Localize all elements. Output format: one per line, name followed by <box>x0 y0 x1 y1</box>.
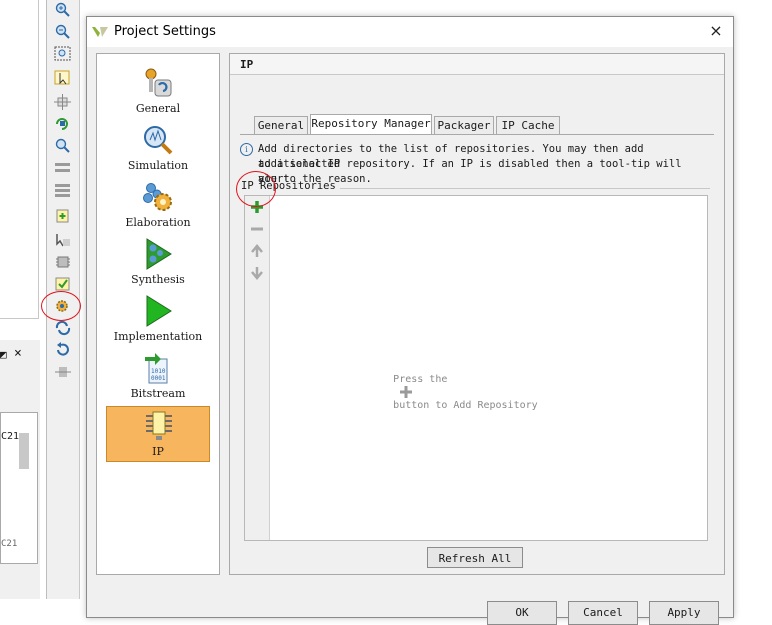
repository-toolbar <box>245 196 270 540</box>
remove-repository-icon[interactable] <box>250 222 264 236</box>
search-icon[interactable] <box>54 138 72 154</box>
category-label: Synthesis <box>131 273 185 286</box>
tree-text: C21 <box>1 431 20 442</box>
svg-text:1010: 1010 <box>151 368 166 375</box>
panel-float-icon[interactable]: ◩ <box>0 348 7 361</box>
reload-icon[interactable] <box>54 342 72 358</box>
empty-message-prefix: Press the <box>393 374 448 385</box>
category-label: Simulation <box>127 159 189 172</box>
dialog-title: Project Settings <box>114 24 216 39</box>
category-label: Bitstream <box>130 387 186 400</box>
empty-message-suffix: button to Add Repository <box>393 400 538 411</box>
category-simulation[interactable]: Simulation <box>97 121 219 177</box>
category-label: General <box>135 102 181 115</box>
category-label: Implementation <box>113 330 203 343</box>
ok-button[interactable]: OK <box>487 601 557 625</box>
zoom-out-icon[interactable] <box>54 24 72 40</box>
ip-icon <box>146 411 172 440</box>
section-divider <box>340 188 710 189</box>
validate-icon[interactable] <box>54 276 72 292</box>
tab-general[interactable]: General <box>254 116 308 134</box>
plus-icon <box>400 386 413 398</box>
simulation-icon <box>144 126 173 155</box>
cancel-button[interactable]: Cancel <box>568 601 638 625</box>
chip-icon[interactable] <box>54 254 72 270</box>
general-icon <box>145 68 172 97</box>
category-bitstream[interactable]: 1010 0001 Bitstream <box>97 349 219 405</box>
panel-close-icon[interactable]: × <box>14 346 22 361</box>
tab-repository-manager[interactable]: Repository Manager <box>310 114 432 134</box>
select-icon[interactable] <box>54 70 72 86</box>
regenerate-icon[interactable] <box>54 116 72 132</box>
drag-handle-icon[interactable] <box>54 364 72 380</box>
implementation-icon <box>146 295 172 327</box>
content-header: IP <box>230 54 724 75</box>
annotation-circle <box>236 171 276 207</box>
scrollbar-thumb[interactable] <box>19 433 29 469</box>
synthesis-icon <box>146 238 172 270</box>
empty-repository-message: Press the button to Add Repository <box>345 363 538 422</box>
annotation-circle <box>41 291 81 321</box>
content-title: IP <box>240 58 254 71</box>
elaboration-icon <box>143 183 172 211</box>
zoom-in-icon[interactable] <box>54 2 72 18</box>
info-icon: i <box>240 143 253 156</box>
refresh-all-button[interactable]: Refresh All <box>427 547 523 568</box>
move-icon[interactable] <box>54 94 72 110</box>
category-implementation[interactable]: Implementation <box>97 292 219 348</box>
project-settings-dialog: Project Settings × General Simulation El… <box>86 16 734 625</box>
settings-content-panel: IP General Repository Manager Packager I… <box>229 53 725 575</box>
zoom-fit-icon[interactable] <box>54 46 72 62</box>
background-tree-view: C21 C21 <box>0 412 38 564</box>
apply-button[interactable]: Apply <box>649 601 719 625</box>
category-synthesis[interactable]: Synthesis <box>97 235 219 291</box>
category-label: Elaboration <box>125 216 191 229</box>
repository-list[interactable]: Press the button to Add Repository <box>244 195 708 541</box>
bitstream-icon: 10100001 <box>145 353 168 384</box>
expand-icon[interactable] <box>54 182 72 198</box>
refresh-icon[interactable] <box>54 320 72 336</box>
tab-packager[interactable]: Packager <box>434 116 494 134</box>
add-ip-icon[interactable] <box>54 208 72 224</box>
category-elaboration[interactable]: Elaboration <box>97 178 219 234</box>
collapse-icon[interactable] <box>54 160 72 176</box>
category-ip[interactable]: IP <box>106 406 210 462</box>
svg-text:0001: 0001 <box>151 375 166 382</box>
tab-ip-cache[interactable]: IP Cache <box>496 116 560 134</box>
dialog-titlebar[interactable]: Project Settings × <box>87 17 733 47</box>
move-up-icon[interactable] <box>250 244 264 258</box>
category-label: IP <box>152 445 164 458</box>
close-button[interactable]: × <box>706 20 726 42</box>
background-project-panel <box>0 0 39 319</box>
category-general[interactable]: General <box>97 64 219 120</box>
category-list: General Simulation Elaboration Synthesis <box>96 53 220 575</box>
vivado-logo-icon <box>92 27 108 37</box>
tree-text: C21 <box>1 539 18 549</box>
tab-divider <box>240 134 714 135</box>
move-down-icon[interactable] <box>250 266 264 280</box>
pointer-icon[interactable] <box>54 232 72 248</box>
